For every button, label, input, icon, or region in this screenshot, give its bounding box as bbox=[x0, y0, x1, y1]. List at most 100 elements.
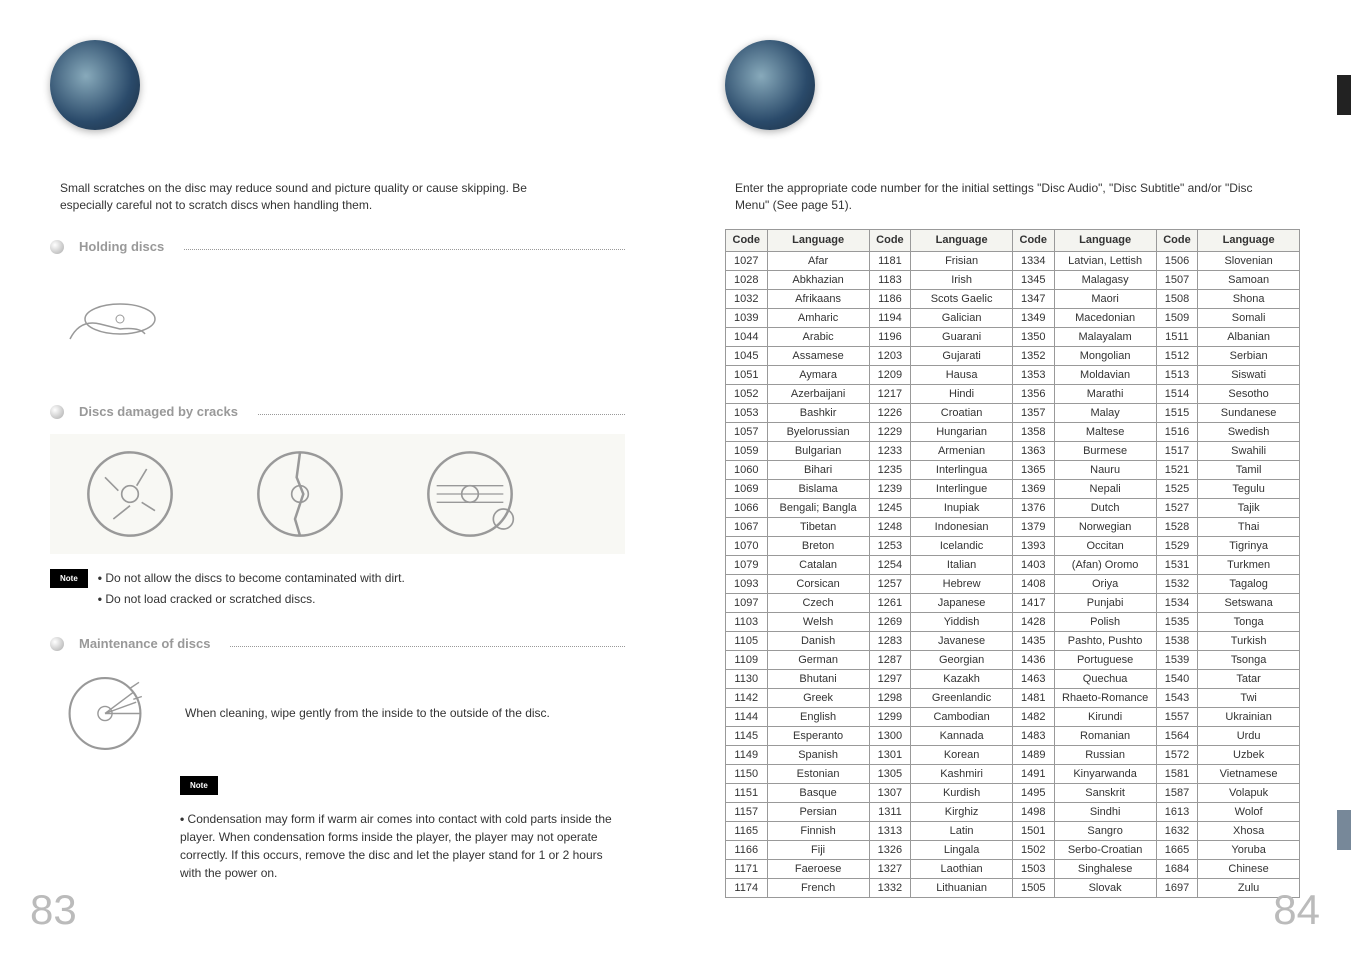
language-cell: Pashto, Pushto bbox=[1054, 631, 1156, 650]
code-cell: 1079 bbox=[726, 555, 768, 574]
language-cell: (Afan) Oromo bbox=[1054, 555, 1156, 574]
language-cell: Maori bbox=[1054, 289, 1156, 308]
language-cell: Bhutani bbox=[767, 669, 869, 688]
language-cell: English bbox=[767, 707, 869, 726]
code-cell: 1356 bbox=[1013, 384, 1055, 403]
code-cell: 1349 bbox=[1013, 308, 1055, 327]
language-cell: Greenlandic bbox=[911, 688, 1013, 707]
code-cell: 1253 bbox=[869, 536, 911, 555]
code-cell: 1301 bbox=[869, 745, 911, 764]
language-cell: Siswati bbox=[1198, 365, 1300, 384]
cleaning-illustration bbox=[50, 671, 160, 756]
section-title: Holding discs bbox=[79, 239, 164, 254]
language-cell: Bihari bbox=[767, 460, 869, 479]
table-row: 1057Byelorussian1229Hungarian1358Maltese… bbox=[726, 422, 1300, 441]
language-cell: Sanskrit bbox=[1054, 783, 1156, 802]
language-cell: Lithuanian bbox=[911, 878, 1013, 897]
table-row: 1166Fiji1326Lingala1502Serbo-Croatian166… bbox=[726, 840, 1300, 859]
code-cell: 1506 bbox=[1156, 251, 1198, 270]
code-cell: 1109 bbox=[726, 650, 768, 669]
language-cell: Indonesian bbox=[911, 517, 1013, 536]
language-cell: Chinese bbox=[1198, 859, 1300, 878]
code-cell: 1428 bbox=[1013, 612, 1055, 631]
language-cell: Vietnamese bbox=[1198, 764, 1300, 783]
language-cell: Portuguese bbox=[1054, 650, 1156, 669]
code-cell: 1507 bbox=[1156, 270, 1198, 289]
code-cell: 1491 bbox=[1013, 764, 1055, 783]
language-cell: Basque bbox=[767, 783, 869, 802]
code-cell: 1435 bbox=[1013, 631, 1055, 650]
intro-text: Small scratches on the disc may reduce s… bbox=[60, 180, 580, 214]
table-header: Language bbox=[1198, 229, 1300, 251]
side-tab bbox=[1337, 810, 1351, 850]
code-cell: 1254 bbox=[869, 555, 911, 574]
language-cell: Oriya bbox=[1054, 574, 1156, 593]
code-cell: 1171 bbox=[726, 859, 768, 878]
language-cell: Latvian, Lettish bbox=[1054, 251, 1156, 270]
language-cell: Turkmen bbox=[1198, 555, 1300, 574]
language-cell: Bashkir bbox=[767, 403, 869, 422]
table-row: 1027Afar1181Frisian1334Latvian, Lettish1… bbox=[726, 251, 1300, 270]
language-cell: Breton bbox=[767, 536, 869, 555]
table-header: Language bbox=[1054, 229, 1156, 251]
language-cell: Japanese bbox=[911, 593, 1013, 612]
code-cell: 1684 bbox=[1156, 859, 1198, 878]
code-cell: 1307 bbox=[869, 783, 911, 802]
language-cell: Moldavian bbox=[1054, 365, 1156, 384]
language-cell: Corsican bbox=[767, 574, 869, 593]
code-cell: 1332 bbox=[869, 878, 911, 897]
code-cell: 1313 bbox=[869, 821, 911, 840]
code-cell: 1027 bbox=[726, 251, 768, 270]
code-cell: 1516 bbox=[1156, 422, 1198, 441]
code-cell: 1145 bbox=[726, 726, 768, 745]
code-cell: 1093 bbox=[726, 574, 768, 593]
code-cell: 1166 bbox=[726, 840, 768, 859]
code-cell: 1067 bbox=[726, 517, 768, 536]
language-cell: Norwegian bbox=[1054, 517, 1156, 536]
table-body: 1027Afar1181Frisian1334Latvian, Lettish1… bbox=[726, 251, 1300, 897]
code-cell: 1632 bbox=[1156, 821, 1198, 840]
divider bbox=[230, 646, 625, 647]
language-cell: Finnish bbox=[767, 821, 869, 840]
language-cell: Malayalam bbox=[1054, 327, 1156, 346]
code-cell: 1151 bbox=[726, 783, 768, 802]
bullet-icon bbox=[50, 405, 64, 419]
code-cell: 1226 bbox=[869, 403, 911, 422]
language-cell: Hungarian bbox=[911, 422, 1013, 441]
section-damaged-discs: Discs damaged by cracks bbox=[50, 404, 625, 419]
intro-text: Enter the appropriate code number for th… bbox=[735, 180, 1255, 214]
language-cell: Faeroese bbox=[767, 859, 869, 878]
code-cell: 1311 bbox=[869, 802, 911, 821]
section-maintenance: Maintenance of discs bbox=[50, 636, 625, 651]
code-cell: 1508 bbox=[1156, 289, 1198, 308]
language-cell: Kashmiri bbox=[911, 764, 1013, 783]
language-cell: Fiji bbox=[767, 840, 869, 859]
language-cell: Frisian bbox=[911, 251, 1013, 270]
language-cell: Setswana bbox=[1198, 593, 1300, 612]
language-cell: Welsh bbox=[767, 612, 869, 631]
code-cell: 1052 bbox=[726, 384, 768, 403]
code-cell: 1509 bbox=[1156, 308, 1198, 327]
language-cell: Spanish bbox=[767, 745, 869, 764]
code-cell: 1305 bbox=[869, 764, 911, 783]
language-cell: Interlingua bbox=[911, 460, 1013, 479]
section-title: Maintenance of discs bbox=[79, 636, 210, 651]
code-cell: 1032 bbox=[726, 289, 768, 308]
language-cell: Tigrinya bbox=[1198, 536, 1300, 555]
language-cell: Somali bbox=[1198, 308, 1300, 327]
code-cell: 1217 bbox=[869, 384, 911, 403]
code-cell: 1515 bbox=[1156, 403, 1198, 422]
code-cell: 1149 bbox=[726, 745, 768, 764]
language-cell: Russian bbox=[1054, 745, 1156, 764]
language-cell: Nepali bbox=[1054, 479, 1156, 498]
divider bbox=[184, 249, 625, 250]
code-cell: 1345 bbox=[1013, 270, 1055, 289]
language-cell: Armenian bbox=[911, 441, 1013, 460]
language-cell: Thai bbox=[1198, 517, 1300, 536]
note-label: Note bbox=[50, 569, 88, 588]
language-cell: Tamil bbox=[1198, 460, 1300, 479]
code-cell: 1203 bbox=[869, 346, 911, 365]
condensation-note: Condensation may form if warm air comes … bbox=[180, 810, 625, 882]
language-cell: Croatian bbox=[911, 403, 1013, 422]
language-cell: Shona bbox=[1198, 289, 1300, 308]
